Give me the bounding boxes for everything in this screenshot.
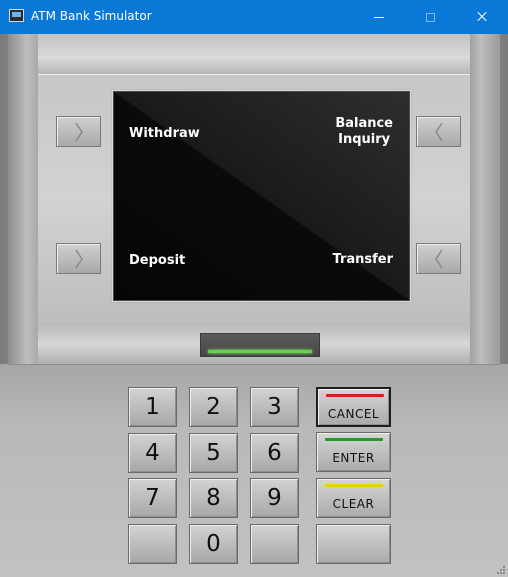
transfer-label[interactable]: Transfer: [333, 252, 394, 268]
key-blank-left[interactable]: [128, 524, 177, 564]
maximize-icon: [425, 12, 435, 22]
close-icon: [477, 12, 487, 22]
clear-label: CLEAR: [332, 497, 375, 511]
withdraw-side-button[interactable]: [56, 116, 101, 147]
top-panel: [38, 34, 470, 75]
key-7[interactable]: 7: [128, 478, 177, 518]
clear-color-bar: [325, 484, 383, 487]
key-9[interactable]: 9: [250, 478, 299, 518]
key-4[interactable]: 4: [128, 433, 177, 473]
card-slot[interactable]: [200, 333, 320, 357]
atm-icon: [9, 9, 24, 22]
transfer-side-button[interactable]: [416, 243, 461, 274]
minimize-icon: [374, 16, 384, 18]
blank-function-button[interactable]: [316, 524, 391, 564]
key-5[interactable]: 5: [189, 433, 238, 473]
deposit-side-button[interactable]: [56, 243, 101, 274]
enter-button[interactable]: ENTER: [316, 432, 391, 472]
balance-inquiry-side-button[interactable]: [416, 116, 461, 147]
deposit-label[interactable]: Deposit: [129, 253, 185, 269]
title-bar: ATM Bank Simulator: [0, 0, 508, 34]
balance-inquiry-label[interactable]: Balance Inquiry: [335, 116, 393, 148]
maximize-button[interactable]: [407, 0, 453, 34]
key-3[interactable]: 3: [250, 387, 299, 427]
key-8[interactable]: 8: [189, 478, 238, 518]
enter-color-bar: [325, 438, 383, 441]
key-0[interactable]: 0: [189, 524, 238, 564]
cancel-color-bar: [326, 394, 384, 397]
key-1[interactable]: 1: [128, 387, 177, 427]
minimize-button[interactable]: [356, 0, 402, 34]
chevron-right-icon: [74, 249, 83, 268]
chevron-right-icon: [74, 122, 83, 141]
enter-label: ENTER: [332, 451, 375, 465]
chevron-left-icon: [434, 122, 443, 141]
atm-window: ATM Bank Simulator Withdraw Balance Inqu…: [0, 0, 508, 577]
window-title: ATM Bank Simulator: [31, 9, 152, 23]
key-6[interactable]: 6: [250, 433, 299, 473]
cancel-button[interactable]: CANCEL: [316, 387, 391, 427]
close-button[interactable]: [459, 0, 505, 34]
key-blank-right[interactable]: [250, 524, 299, 564]
cancel-label: CANCEL: [327, 407, 380, 421]
chevron-left-icon: [434, 249, 443, 268]
atm-screen: Withdraw Balance Inquiry Deposit Transfe…: [113, 91, 410, 301]
key-2[interactable]: 2: [189, 387, 238, 427]
balance-inquiry-line1: Balance: [335, 116, 393, 131]
card-slot-indicator: [208, 350, 312, 353]
clear-button[interactable]: CLEAR: [316, 478, 391, 518]
resize-grip-icon[interactable]: [496, 565, 506, 575]
withdraw-label[interactable]: Withdraw: [129, 126, 200, 142]
balance-inquiry-line2: Inquiry: [338, 132, 391, 147]
